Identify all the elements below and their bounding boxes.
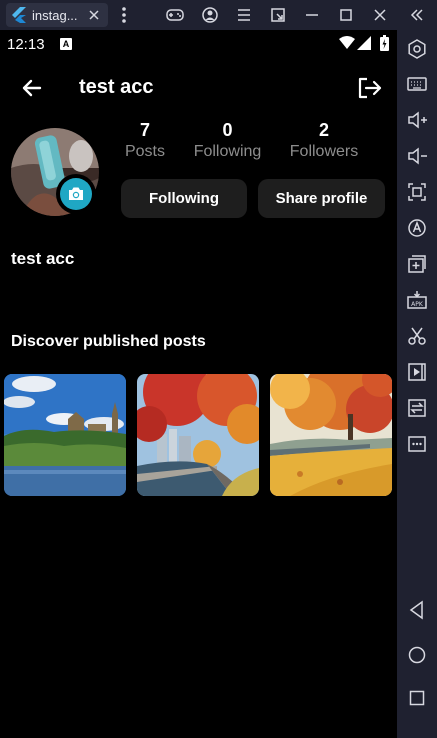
flutter-logo-icon bbox=[12, 7, 26, 23]
volume-down-icon[interactable] bbox=[406, 145, 428, 167]
volume-up-icon[interactable] bbox=[406, 109, 428, 131]
stat-value: 0 bbox=[222, 120, 233, 140]
notification-icon: A bbox=[60, 38, 72, 50]
close-window-icon[interactable] bbox=[370, 5, 390, 25]
recents-square-icon[interactable] bbox=[406, 687, 428, 709]
account-icon[interactable] bbox=[200, 5, 220, 25]
logout-icon[interactable] bbox=[357, 76, 383, 100]
tab-title: instag... bbox=[32, 7, 78, 23]
post-thumbnail[interactable] bbox=[4, 374, 126, 496]
phone-screen: 12:13 A test acc 7 Posts 0 Following 2 F… bbox=[0, 30, 397, 738]
emulator-titlebar: instag... bbox=[0, 0, 437, 30]
stat-value: 2 bbox=[318, 120, 329, 140]
emulator-window: instag... APK 12:13 A test acc 7 Posts 0… bbox=[0, 0, 437, 738]
wifi-icon bbox=[339, 36, 355, 55]
post-thumbnail[interactable] bbox=[137, 374, 259, 496]
stat-following[interactable]: 0 Following bbox=[186, 120, 269, 161]
discover-section-title: Discover published posts bbox=[11, 333, 206, 350]
transfer-icon[interactable] bbox=[406, 397, 428, 419]
status-time: 12:13 bbox=[7, 36, 45, 53]
stat-label: Followers bbox=[289, 143, 359, 160]
gamepad-icon[interactable] bbox=[165, 5, 185, 25]
stat-value: 7 bbox=[139, 120, 150, 140]
stat-posts[interactable]: 7 Posts bbox=[118, 120, 172, 161]
more-icon[interactable] bbox=[406, 433, 428, 455]
back-arrow-icon[interactable] bbox=[20, 76, 44, 100]
more-vertical-icon[interactable] bbox=[114, 5, 134, 25]
close-tab-icon[interactable] bbox=[86, 7, 102, 23]
stat-followers[interactable]: 2 Followers bbox=[283, 120, 365, 161]
back-triangle-icon[interactable] bbox=[406, 599, 428, 621]
settings-icon[interactable] bbox=[406, 38, 428, 60]
stat-label: Posts bbox=[124, 143, 165, 160]
screenshot-icon[interactable] bbox=[406, 181, 428, 203]
scissors-icon[interactable] bbox=[406, 325, 428, 347]
svg-text:APK: APK bbox=[411, 301, 424, 308]
menu-icon[interactable] bbox=[234, 5, 254, 25]
status-bar: 12:13 A bbox=[0, 30, 397, 58]
home-circle-icon[interactable] bbox=[406, 644, 428, 666]
auto-click-icon[interactable] bbox=[406, 217, 428, 239]
keyboard-icon[interactable] bbox=[406, 73, 428, 95]
maximize-icon[interactable] bbox=[336, 5, 356, 25]
signal-icon bbox=[357, 36, 371, 55]
minimize-icon[interactable] bbox=[302, 5, 322, 25]
popout-icon[interactable] bbox=[268, 5, 288, 25]
share-profile-button[interactable]: Share profile bbox=[258, 179, 385, 218]
add-app-icon[interactable] bbox=[406, 253, 428, 275]
video-record-icon[interactable] bbox=[406, 361, 428, 383]
emulator-sidebar: APK bbox=[397, 30, 437, 738]
camera-icon bbox=[60, 178, 92, 210]
apk-install-icon[interactable]: APK bbox=[406, 289, 428, 311]
post-thumbnail[interactable] bbox=[270, 374, 392, 496]
change-photo-button[interactable] bbox=[56, 174, 96, 214]
profile-header-title: test acc bbox=[79, 76, 154, 98]
battery-icon bbox=[380, 35, 389, 56]
collapse-sidebar-icon[interactable] bbox=[407, 5, 427, 25]
profile-display-name: test acc bbox=[11, 249, 75, 268]
stat-label: Following bbox=[193, 143, 262, 160]
following-button[interactable]: Following bbox=[121, 179, 247, 218]
app-tab[interactable]: instag... bbox=[6, 3, 108, 27]
